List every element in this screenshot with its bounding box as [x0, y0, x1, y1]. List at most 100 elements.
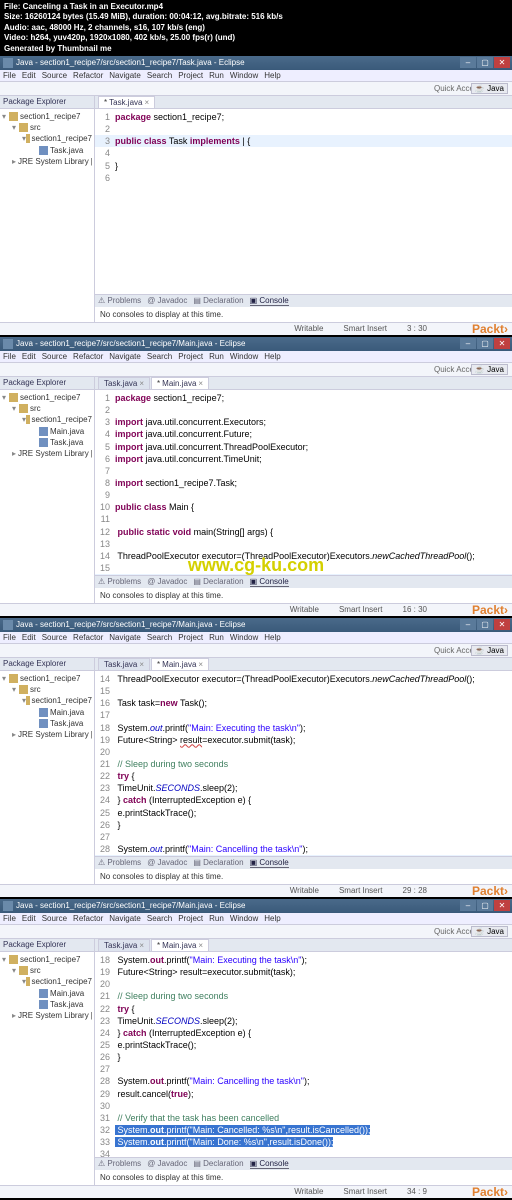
code-line[interactable]: 21 // Sleep during two seconds [95, 990, 512, 1002]
menu-item[interactable]: Help [264, 352, 280, 361]
menubar[interactable]: FileEditSourceRefactorNavigateSearchProj… [0, 70, 512, 82]
code-line[interactable]: 26 } [95, 819, 512, 831]
editor-tab[interactable]: Task.java× [98, 377, 150, 389]
code-line[interactable]: 23 TimeUnit.SECONDS.sleep(2); [95, 782, 512, 794]
menubar[interactable]: FileEditSourceRefactorNavigateSearchProj… [0, 913, 512, 925]
code-line[interactable]: 8import section1_recipe7.Task; [95, 477, 512, 489]
editor-tab[interactable]: Task.java× [98, 939, 150, 951]
tree-item[interactable]: ▾src [2, 403, 92, 414]
editor-tab[interactable]: *Task.java× [98, 96, 155, 108]
code-line[interactable]: 7 [95, 465, 512, 477]
tree-item[interactable]: Task.java [2, 437, 92, 448]
minimize-button[interactable]: – [460, 57, 476, 68]
minimize-button[interactable]: – [460, 338, 476, 349]
code-line[interactable]: 2 [95, 123, 512, 135]
tree-item[interactable]: ▸JRE System Library [Java [2, 448, 92, 459]
perspective-button[interactable]: ☕ Java [471, 926, 508, 937]
code-line[interactable]: 18 System.out.printf("Main: Executing th… [95, 722, 512, 734]
editor-tabs[interactable]: *Task.java× [95, 96, 512, 109]
tree-item[interactable]: ▾src [2, 965, 92, 976]
code-line[interactable]: 21 // Sleep during two seconds [95, 758, 512, 770]
code-line[interactable]: 2 [95, 404, 512, 416]
code-line[interactable]: 14 ThreadPoolExecutor executor=(ThreadPo… [95, 550, 512, 562]
menu-item[interactable]: Help [264, 914, 280, 923]
tree-item[interactable]: Task.java [2, 999, 92, 1010]
panel-tab[interactable]: ▣ Console [250, 858, 289, 868]
toolbar[interactable]: Quick Access ☕ Java [0, 363, 512, 377]
code-line[interactable]: 19 Future<String> result=executor.submit… [95, 966, 512, 978]
code-line[interactable]: 26 } [95, 1051, 512, 1063]
code-line[interactable]: 28 System.out.printf("Main: Cancelling t… [95, 1075, 512, 1087]
tree-item[interactable]: ▾section1_recipe7 [2, 673, 92, 684]
menu-item[interactable]: Edit [22, 914, 36, 923]
code-line[interactable]: 15 [95, 562, 512, 574]
menu-item[interactable]: Source [42, 914, 67, 923]
package-explorer[interactable]: Package Explorer ▾section1_recipe7▾src▾s… [0, 939, 95, 1185]
minimize-button[interactable]: – [460, 900, 476, 911]
menu-item[interactable]: Run [209, 71, 224, 80]
code-line[interactable]: 1package section1_recipe7; [95, 392, 512, 404]
tree-item[interactable]: ▸JRE System Library [Java [2, 729, 92, 740]
tree-item[interactable]: ▾section1_recipe7 [2, 695, 92, 706]
menu-item[interactable]: Search [147, 914, 172, 923]
window-titlebar[interactable]: Java - section1_recipe7/src/section1_rec… [0, 899, 512, 913]
expand-icon[interactable]: ▾ [2, 392, 9, 403]
code-line[interactable]: 24 } catch (InterruptedException e) { [95, 794, 512, 806]
code-editor[interactable]: 1package section1_recipe7;23import java.… [95, 390, 512, 575]
menu-item[interactable]: Help [264, 71, 280, 80]
code-line[interactable]: 20 [95, 978, 512, 990]
code-line[interactable]: 20 [95, 746, 512, 758]
perspective-button[interactable]: ☕ Java [471, 83, 508, 94]
menu-item[interactable]: File [3, 914, 16, 923]
menu-item[interactable]: Refactor [73, 352, 103, 361]
menu-item[interactable]: Edit [22, 352, 36, 361]
menu-item[interactable]: Search [147, 633, 172, 642]
code-line[interactable]: 4 [95, 147, 512, 159]
editor-tab[interactable]: *Main.java× [151, 939, 209, 951]
menu-item[interactable]: Refactor [73, 914, 103, 923]
code-line[interactable]: 12 public static void main(String[] args… [95, 526, 512, 538]
code-editor[interactable]: 1package section1_recipe7;23public class… [95, 109, 512, 294]
tree-item[interactable]: ▾section1_recipe7 [2, 414, 92, 425]
code-line[interactable]: 3public class Task implements | { [95, 135, 512, 147]
tree-item[interactable]: ▾section1_recipe7 [2, 976, 92, 987]
expand-icon[interactable]: ▸ [12, 156, 16, 167]
menu-item[interactable]: File [3, 352, 16, 361]
perspective-button[interactable]: ☕ Java [471, 645, 508, 656]
menu-item[interactable]: Edit [22, 71, 36, 80]
menu-item[interactable]: Run [209, 914, 224, 923]
expand-icon[interactable]: ▾ [12, 122, 19, 133]
menubar[interactable]: FileEditSourceRefactorNavigateSearchProj… [0, 632, 512, 644]
code-line[interactable]: 31 // Verify that the task has been canc… [95, 1112, 512, 1124]
code-line[interactable]: 16 Task task=new Task(); [95, 697, 512, 709]
tree-item[interactable]: Main.java [2, 988, 92, 999]
menu-item[interactable]: File [3, 71, 16, 80]
tree-item[interactable]: ▾section1_recipe7 [2, 111, 92, 122]
panel-tab[interactable]: ▤ Declaration [193, 858, 243, 867]
panel-tabs[interactable]: ⚠ Problems@ Javadoc▤ Declaration▣ Consol… [95, 857, 512, 869]
project-tree[interactable]: ▾section1_recipe7▾src▾section1_recipe7Ta… [0, 109, 94, 169]
view-title[interactable]: Package Explorer [0, 96, 94, 109]
menu-item[interactable]: Navigate [109, 633, 141, 642]
toolbar[interactable]: Quick Access ☕ Java [0, 644, 512, 658]
project-tree[interactable]: ▾section1_recipe7▾src▾section1_recipe7Ma… [0, 390, 94, 461]
code-line[interactable]: 9 [95, 489, 512, 501]
perspective-button[interactable]: ☕ Java [471, 364, 508, 375]
editor-tabs[interactable]: Task.java×*Main.java× [95, 939, 512, 952]
panel-tab[interactable]: ⚠ Problems [98, 296, 141, 305]
toolbar[interactable]: Quick Access ☕ Java [0, 82, 512, 96]
panel-tab[interactable]: @ Javadoc [147, 577, 187, 586]
code-editor[interactable]: 18 System.out.printf("Main: Executing th… [95, 952, 512, 1157]
panel-tabs[interactable]: ⚠ Problems@ Javadoc▤ Declaration▣ Consol… [95, 576, 512, 588]
code-line[interactable]: 17 [95, 709, 512, 721]
close-tab-icon[interactable]: × [139, 660, 144, 669]
code-line[interactable]: 1package section1_recipe7; [95, 111, 512, 123]
close-button[interactable]: ✕ [494, 57, 510, 68]
menu-item[interactable]: Project [178, 352, 203, 361]
tree-item[interactable]: ▾section1_recipe7 [2, 392, 92, 403]
view-title[interactable]: Package Explorer [0, 939, 94, 952]
code-line[interactable]: 27 [95, 1063, 512, 1075]
editor-tabs[interactable]: Task.java×*Main.java× [95, 377, 512, 390]
package-explorer[interactable]: Package Explorer ▾section1_recipe7▾src▾s… [0, 96, 95, 322]
maximize-button[interactable]: ▢ [477, 338, 493, 349]
